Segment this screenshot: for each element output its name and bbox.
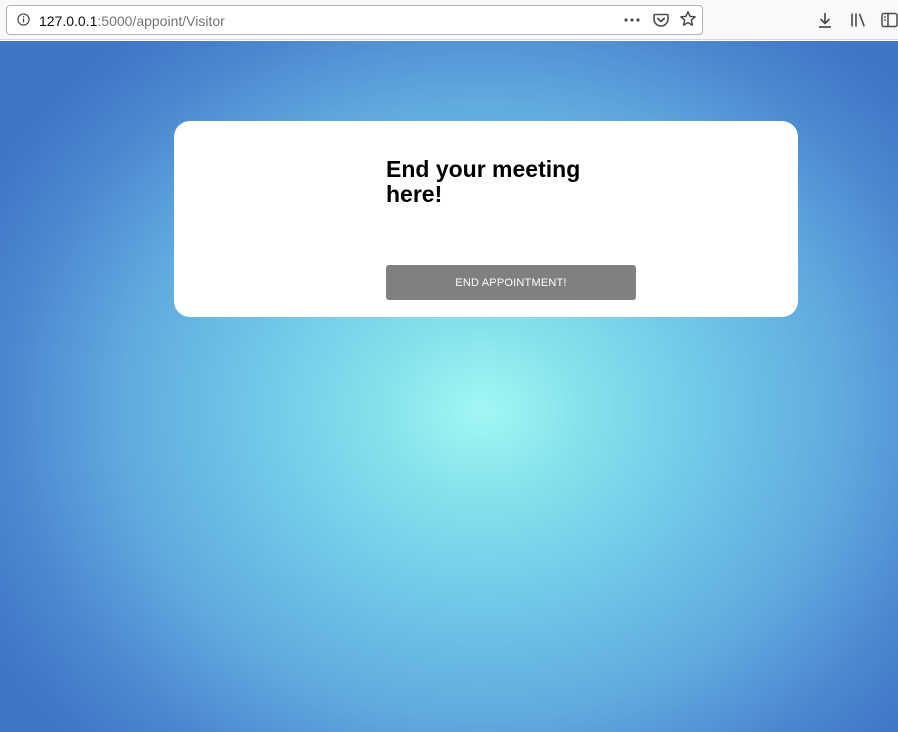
download-icon[interactable]: [816, 11, 834, 29]
library-icon[interactable]: [849, 11, 867, 29]
pocket-icon[interactable]: [652, 11, 670, 29]
info-icon[interactable]: [17, 13, 30, 26]
bookmark-star-icon[interactable]: [679, 10, 697, 28]
end-meeting-card: End your meeting here! END APPOINTMENT!: [174, 121, 798, 317]
page-heading: End your meeting here!: [386, 156, 581, 207]
url-text[interactable]: 127.0.0.1:5000/appoint/Visitor: [39, 12, 225, 30]
page-viewport: End your meeting here! END APPOINTMENT!: [0, 41, 898, 732]
page-actions-icon[interactable]: [623, 12, 641, 28]
browser-toolbar: 127.0.0.1:5000/appoint/Visitor: [0, 0, 898, 40]
sidebar-icon[interactable]: [881, 12, 898, 28]
url-path: :5000/appoint/Visitor: [97, 13, 225, 29]
end-appointment-button[interactable]: END APPOINTMENT!: [386, 265, 636, 300]
address-bar[interactable]: 127.0.0.1:5000/appoint/Visitor: [6, 5, 703, 35]
url-host: 127.0.0.1: [39, 13, 98, 29]
